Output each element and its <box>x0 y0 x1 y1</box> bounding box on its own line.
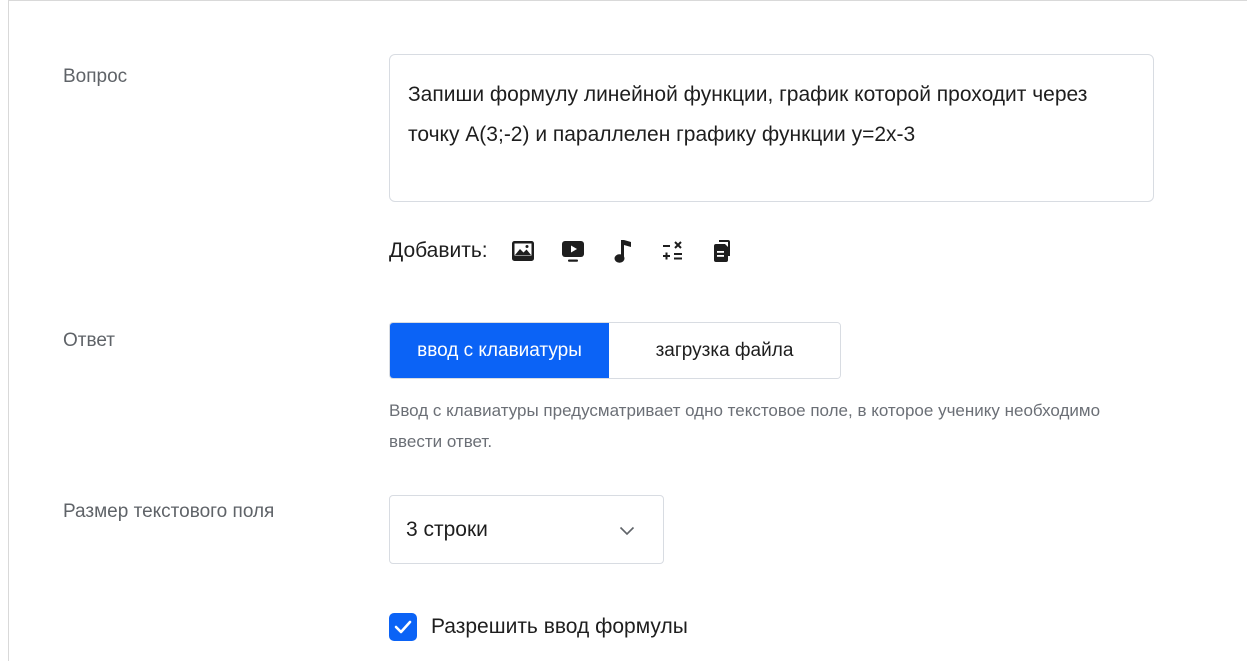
question-text-field[interactable]: Запиши формулу линейной функции, график … <box>389 54 1154 202</box>
file-upload-button[interactable]: загрузка файла <box>609 323 840 378</box>
formula-input-option[interactable]: Разрешить ввод формулы <box>389 609 688 645</box>
music-icon[interactable] <box>610 238 636 264</box>
file-icon[interactable] <box>710 238 736 264</box>
chevron-down-icon <box>619 518 635 542</box>
formula-input-checkbox[interactable] <box>389 613 417 641</box>
image-icon[interactable] <box>510 238 536 264</box>
text-size-select[interactable]: 3 строки <box>389 495 664 564</box>
checkmark-icon <box>394 620 412 634</box>
answer-mode-hint: Ввод с клавиатуры предусматривает одно т… <box>389 401 1101 451</box>
text-size-value: 3 строки <box>406 517 488 541</box>
formula-icon[interactable] <box>660 238 686 264</box>
answer-label: Ответ <box>63 330 115 351</box>
keyboard-input-button[interactable]: ввод с клавиатуры <box>390 323 609 378</box>
question-settings-panel: Вопрос Запиши формулу линейной функции, … <box>8 0 1247 661</box>
add-media-label: Добавить: <box>389 239 488 262</box>
question-label: Вопрос <box>63 66 128 87</box>
add-media-toolbar: Добавить: <box>389 231 760 271</box>
formula-input-label: Разрешить ввод формулы <box>431 615 688 638</box>
answer-mode-toggle: ввод с клавиатуры загрузка файла <box>389 322 841 379</box>
video-icon[interactable] <box>560 238 586 264</box>
text-size-label: Размер текстового поля <box>63 501 275 522</box>
